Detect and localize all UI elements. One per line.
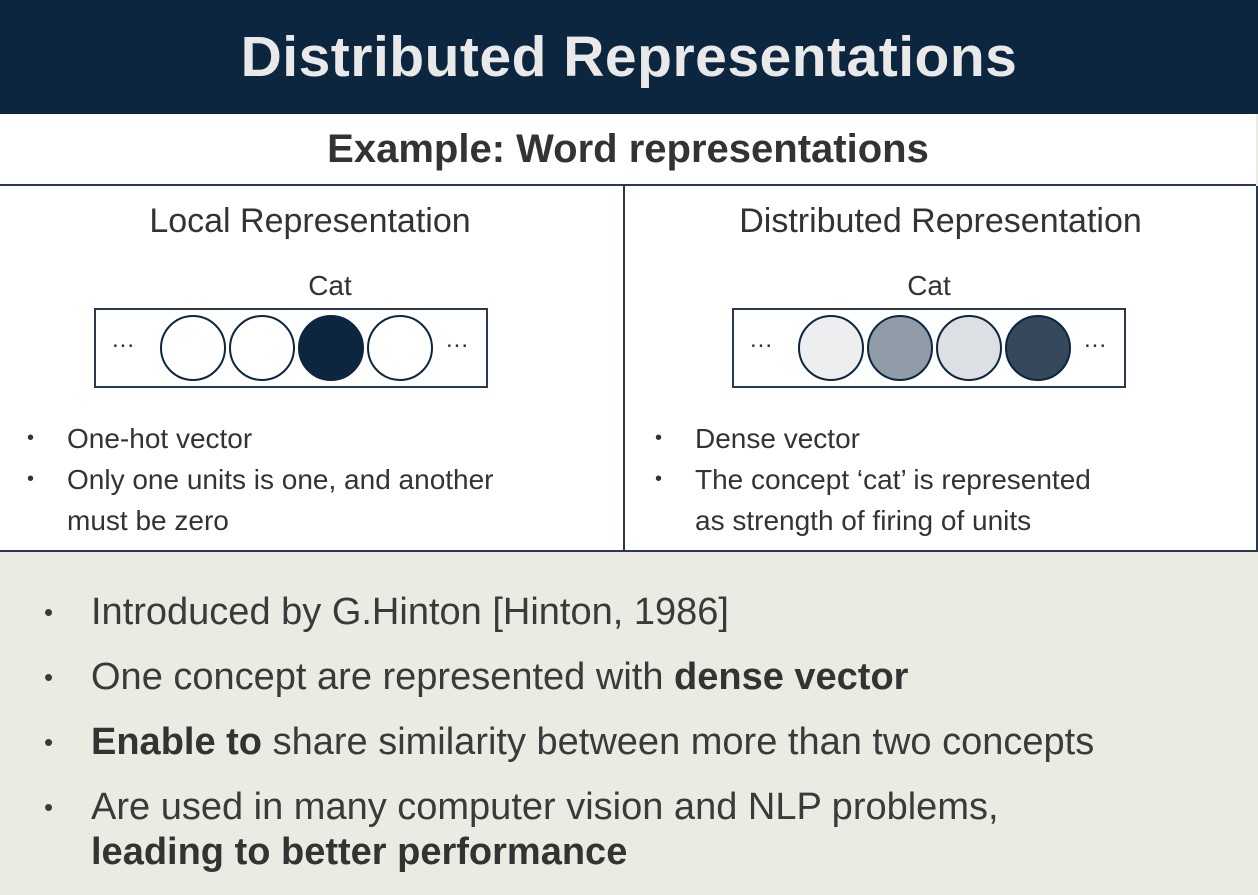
- comparison-panels: Local Representation Cat ... ... • One-ho…: [0, 186, 1258, 552]
- local-unit-1: [160, 315, 226, 381]
- local-vector-box: ... ...: [94, 308, 488, 388]
- summary-point-1: • Introduced by G.Hinton [Hinton, 1986]: [44, 591, 729, 633]
- local-unit-2: [229, 315, 295, 381]
- distributed-unit-1: [798, 315, 864, 381]
- distributed-heading: Distributed Representation: [739, 202, 1142, 240]
- local-word-label: Cat: [308, 270, 352, 301]
- bullet-dot: •: [44, 792, 54, 822]
- distributed-bullet-list: • Dense vector • The concept ‘cat’ is repr…: [655, 418, 1091, 541]
- distributed-word-label: Cat: [907, 270, 951, 301]
- distributed-unit-2: [867, 315, 933, 381]
- local-bullet-1: • One-hot vector: [27, 418, 494, 459]
- bullet-dot: •: [44, 597, 54, 627]
- summary-point-2: • One concept are represented with dense …: [44, 656, 909, 698]
- slide-title: Distributed Representations: [240, 25, 1018, 89]
- distributed-ellipsis-right: ...: [1084, 326, 1108, 353]
- bullet-dot: •: [27, 427, 35, 449]
- distributed-representation-panel: Distributed Representation Cat ... ... •…: [625, 186, 1256, 550]
- bullet-dot: •: [655, 468, 663, 490]
- subtitle: Example: Word representations: [327, 126, 929, 171]
- local-unit-3: [298, 315, 364, 381]
- distributed-bullet-1: • Dense vector: [655, 418, 1091, 459]
- distributed-vector-box: ... ...: [732, 308, 1126, 388]
- slide-title-bar: Distributed Representations: [0, 0, 1258, 114]
- distributed-bullet-2: • The concept ‘cat’ is represented as stre…: [655, 459, 1091, 541]
- bullet-dot: •: [655, 427, 663, 449]
- local-unit-4: [367, 315, 433, 381]
- local-heading: Local Representation: [149, 202, 471, 240]
- distributed-unit-4: [1005, 315, 1071, 381]
- subtitle-bar: Example: Word representations: [0, 114, 1256, 186]
- summary-point-4: • Are used in many computer vision and NL…: [44, 786, 999, 873]
- distributed-ellipsis-left: ...: [750, 326, 774, 353]
- local-bullet-2: • Only one units is one, and another must …: [27, 459, 494, 541]
- bullet-dot: •: [44, 727, 54, 757]
- local-bullet-list: • One-hot vector • Only one units is one, …: [27, 418, 494, 541]
- bullet-dot: •: [44, 662, 54, 692]
- bullet-dot: •: [27, 468, 35, 490]
- local-ellipsis-left: ...: [112, 326, 136, 353]
- summary-point-3: • Enable to share similarity between more…: [44, 721, 1095, 763]
- local-ellipsis-right: ...: [446, 326, 470, 353]
- local-representation-panel: Local Representation Cat ... ... • One-ho…: [0, 186, 623, 550]
- summary-bullet-list: • Introduced by G.Hinton [Hinton, 1986] •…: [0, 590, 1258, 895]
- distributed-unit-3: [936, 315, 1002, 381]
